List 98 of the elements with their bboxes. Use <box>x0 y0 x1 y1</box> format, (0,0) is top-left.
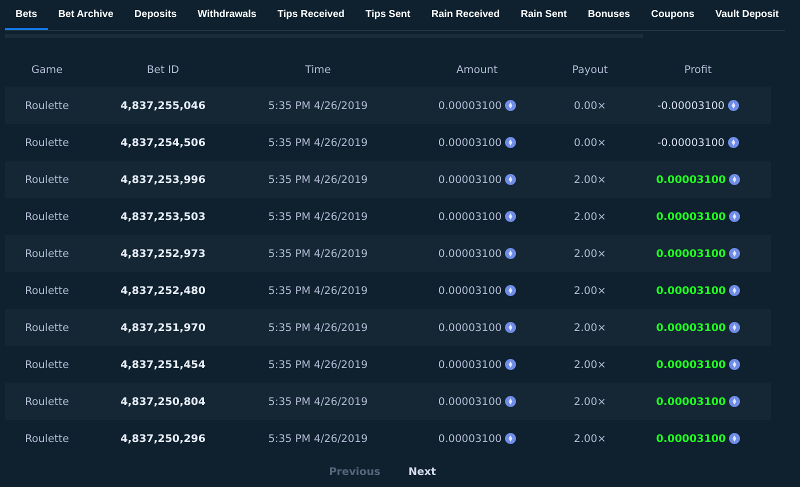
table-cell-text: Roulette <box>24 136 70 148</box>
table-cell: 0.00003100 <box>656 174 726 186</box>
table-cell-text: 2.00× <box>572 358 608 370</box>
coin-icon <box>504 322 516 333</box>
column-header: Amount <box>455 64 499 76</box>
table-cell-text: 4,837,251,454 <box>119 358 207 370</box>
column-header: Time <box>304 64 332 76</box>
table-cell: 0.00003100 <box>438 284 502 296</box>
next-button[interactable]: Next <box>402 462 442 482</box>
table-cell-text: Roulette <box>24 100 70 112</box>
tab[interactable]: Bets <box>5 0 48 30</box>
table-cell: 0.00003100 <box>438 358 502 370</box>
table-cell-text: 0.00× <box>572 100 608 112</box>
table-cell: 0.00003100 <box>438 248 502 260</box>
table-cell-text: Roulette <box>24 284 70 296</box>
table-cell-text: 4,837,250,804 <box>119 396 207 408</box>
table-cell-text: 4,837,253,996 <box>119 174 207 186</box>
coin-icon <box>504 211 516 222</box>
coin-icon <box>504 248 516 259</box>
table-cell-text: 5:35 PM 4/26/2019 <box>267 284 369 296</box>
tab[interactable]: Vault Deposit <box>704 0 790 30</box>
table-cell: 0.00003100 <box>656 396 726 408</box>
table-cell: 0.00003100 <box>438 432 502 444</box>
table-cell-text: 2.00× <box>572 210 608 222</box>
tab[interactable]: Bet Archive <box>48 0 124 30</box>
table-cell-text: 2.00× <box>572 284 608 296</box>
table-cell: 0.00003100 <box>438 174 502 186</box>
tab[interactable]: Withdrawals <box>187 0 267 30</box>
tab[interactable]: Bonuses <box>577 0 641 30</box>
table-cell-text: 4,837,252,480 <box>119 284 207 296</box>
table-cell-text: Roulette <box>24 396 70 408</box>
table-cell: 0.00003100 <box>656 284 726 296</box>
table-cell-text: Roulette <box>24 322 70 334</box>
tab[interactable]: Coupons <box>640 0 705 30</box>
table-cell-text: Roulette <box>24 432 70 444</box>
table-cell-text: Roulette <box>24 358 70 370</box>
tab[interactable]: Rain Received <box>420 0 510 30</box>
coin-icon <box>504 137 516 148</box>
table-cell-text: 5:35 PM 4/26/2019 <box>267 100 369 112</box>
table-cell-text: 2.00× <box>572 396 608 408</box>
coin-icon <box>728 248 740 259</box>
table-cell: -0.00003100 <box>657 136 725 148</box>
table-cell-text: 5:35 PM 4/26/2019 <box>267 210 369 222</box>
coin-icon <box>728 285 740 296</box>
coin-icon <box>728 322 740 333</box>
table-cell: 0.00003100 <box>656 248 726 260</box>
column-header: Bet ID <box>146 64 180 76</box>
coin-icon <box>728 396 740 407</box>
table-cell-text: 5:35 PM 4/26/2019 <box>267 432 369 444</box>
tab[interactable]: Rain Sent <box>510 0 578 30</box>
coin-icon <box>728 433 740 444</box>
table-cell-text: 2.00× <box>572 174 608 186</box>
table-cell-text: 5:35 PM 4/26/2019 <box>267 396 369 408</box>
coin-icon <box>504 396 516 407</box>
table-cell-text: 4,837,255,046 <box>119 100 207 112</box>
coin-icon <box>504 285 516 296</box>
table-cell: 0.00003100 <box>656 358 726 370</box>
table-cell: 0.00003100 <box>438 396 502 408</box>
column-header: Game <box>30 64 64 76</box>
table-cell-text: 4,837,251,970 <box>119 322 207 334</box>
table-cell: 0.00003100 <box>656 322 726 334</box>
tab[interactable]: Tips Sent <box>355 0 421 30</box>
column-header: Payout <box>571 64 609 76</box>
coin-icon <box>504 359 516 370</box>
table-cell: 0.00003100 <box>656 432 726 444</box>
table-cell-text: Roulette <box>24 248 70 260</box>
table-cell-text: 5:35 PM 4/26/2019 <box>267 136 369 148</box>
column-header: Profit <box>683 64 713 76</box>
table-cell-text: 4,837,254,506 <box>119 136 207 148</box>
table-cell: 0.00003100 <box>438 322 502 334</box>
table-cell: 0.00003100 <box>438 136 502 148</box>
table-cell: 0.00003100 <box>656 210 726 222</box>
table-cell: -0.00003100 <box>657 100 725 112</box>
tab[interactable]: Tips Received <box>266 0 356 30</box>
table-cell-text: 4,837,252,973 <box>119 248 207 260</box>
coin-icon <box>728 211 740 222</box>
table-cell-text: 5:35 PM 4/26/2019 <box>267 358 369 370</box>
coin-icon <box>504 433 516 444</box>
tab[interactable]: Deposits <box>124 0 188 30</box>
table-cell-text: 2.00× <box>572 432 608 444</box>
table-cell-text: 5:35 PM 4/26/2019 <box>267 248 369 260</box>
coin-icon <box>504 174 516 185</box>
coin-icon <box>504 100 516 111</box>
table-cell-text: Roulette <box>24 210 70 222</box>
table-cell-text: 4,837,253,503 <box>119 210 207 222</box>
table-cell-text: 4,837,250,296 <box>119 432 207 444</box>
coin-icon <box>728 100 739 111</box>
coin-icon <box>728 359 740 370</box>
table-cell-text: 5:35 PM 4/26/2019 <box>267 174 369 186</box>
coin-icon <box>728 174 740 185</box>
table-cell: 0.00003100 <box>438 100 502 112</box>
table-cell-text: 2.00× <box>572 248 608 260</box>
coin-icon <box>728 137 739 148</box>
table-cell-text: 5:35 PM 4/26/2019 <box>267 322 369 334</box>
table-cell-text: Roulette <box>24 174 70 186</box>
table-cell-text: 2.00× <box>572 322 608 334</box>
table-cell: 0.00003100 <box>438 210 502 222</box>
table-cell-text: 0.00× <box>572 136 608 148</box>
